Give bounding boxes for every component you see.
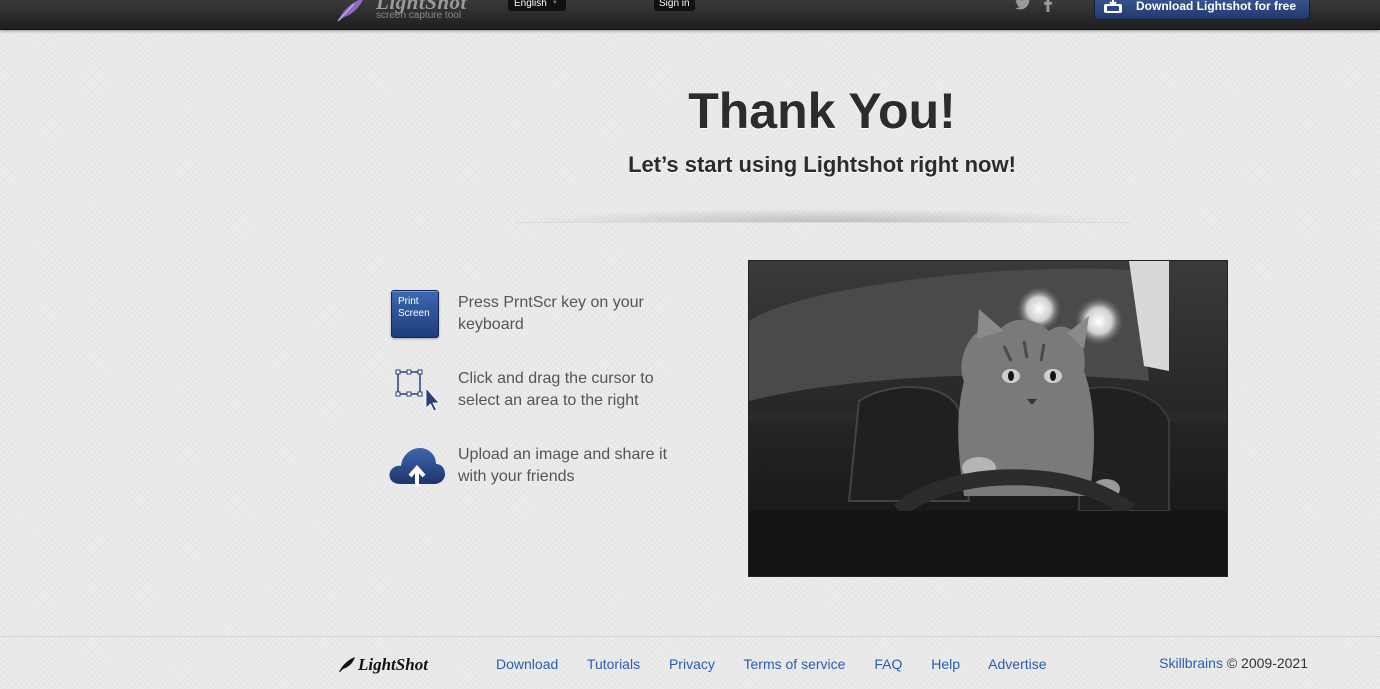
top-navigation-bar: LightShot screen capture tool English ▼ S… [0,0,1380,30]
key-label-line2: Screen [398,308,430,319]
step-text: Upload an image and share it with your f… [458,446,668,485]
footer-link-advertise[interactable]: Advertise [988,656,1046,672]
step-print-screen: Print Screen Press PrntScr key on your k… [388,290,688,346]
print-screen-key-icon: Print Screen [388,290,446,342]
download-button-label: Download Lightshot for free [1136,0,1296,13]
footer-link-download[interactable]: Download [496,656,558,672]
key-label-line1: Print [398,296,419,307]
footer-navigation: Download Tutorials Privacy Terms of serv… [496,656,1047,672]
footer-link-faq[interactable]: FAQ [874,656,902,672]
feather-logo-icon [339,657,355,672]
footer-link-privacy[interactable]: Privacy [669,656,715,672]
step-upload: Upload an image and share it with your f… [388,442,688,498]
feather-logo-icon [337,0,363,22]
demo-cat-image [748,260,1228,577]
section-divider [515,208,1130,223]
page-subtitle: Let’s start using Lightshot right now! [628,152,1016,177]
copyright: Skillbrains © 2009-2021 [1159,655,1308,671]
download-button[interactable]: Download Lightshot for free [1094,0,1310,20]
sign-in-button[interactable]: Sign in [654,0,695,11]
cloud-upload-icon [389,448,445,486]
footer-logo[interactable]: LightShot [338,655,438,679]
print-screen-key: Print Screen [391,290,439,338]
step-select-area: Click and drag the cursor to select an a… [388,366,688,422]
footer: LightShot Download Tutorials Privacy Ter… [0,636,1380,689]
footer-link-terms[interactable]: Terms of service [744,656,846,672]
download-icon [1104,0,1122,13]
selection-cursor-icon [395,369,440,412]
footer-logo-text: LightShot [358,655,428,674]
footer-link-help[interactable]: Help [931,656,960,672]
facebook-icon[interactable] [1043,0,1053,12]
cat-illustration [749,261,1227,576]
copyright-years: © 2009-2021 [1226,655,1308,671]
company-link[interactable]: Skillbrains [1159,655,1223,671]
step-text: Click and drag the cursor to select an a… [458,370,654,409]
step-text: Press PrntScr key on your keyboard [458,294,644,333]
language-select[interactable]: English ▼ [508,0,566,11]
chevron-down-icon: ▼ [551,0,558,6]
language-label: English [514,0,547,10]
logo-tagline: screen capture tool [376,10,462,21]
twitter-icon[interactable] [1015,0,1031,10]
lightshot-logo[interactable]: LightShot screen capture tool [336,0,476,26]
footer-link-tutorials[interactable]: Tutorials [587,656,640,672]
page-title: Thank You! [688,83,956,139]
